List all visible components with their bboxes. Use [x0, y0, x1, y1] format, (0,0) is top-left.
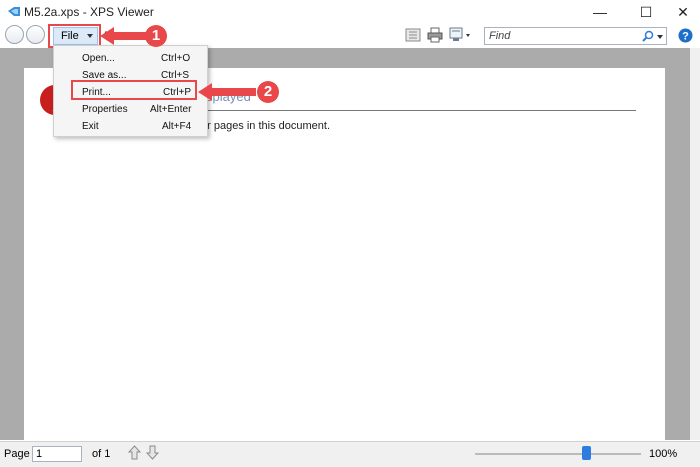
callout-badge-1: 1: [145, 25, 167, 47]
menu-shortcut-exit: Alt+F4: [162, 121, 192, 132]
print-item-highlight: [71, 80, 197, 100]
document-view-icon[interactable]: [405, 27, 421, 43]
page-label: Page: [4, 448, 30, 460]
next-page-arrow-icon[interactable]: [146, 445, 159, 460]
menu-item-open[interactable]: Open...: [82, 53, 115, 64]
xps-app-icon: [8, 7, 20, 16]
vertical-scrollbar[interactable]: [690, 48, 700, 440]
callout-badge-2: 2: [257, 81, 279, 103]
page-number-input[interactable]: 1: [32, 446, 82, 462]
svg-text:?: ?: [682, 31, 689, 43]
back-button[interactable]: [5, 25, 24, 44]
print-icon[interactable]: [427, 27, 443, 43]
minimize-button[interactable]: —: [577, 0, 623, 24]
find-input[interactable]: Find: [484, 27, 667, 45]
search-icon[interactable]: [642, 30, 654, 42]
previous-page-arrow-icon[interactable]: [128, 445, 141, 460]
zoom-slider-thumb[interactable]: [582, 446, 591, 460]
digital-signature-icon[interactable]: [449, 27, 471, 43]
page-count-label: of 1: [92, 448, 111, 460]
forward-button[interactable]: [26, 25, 45, 44]
find-placeholder: Find: [489, 30, 511, 42]
menu-item-exit[interactable]: Exit: [82, 121, 99, 132]
find-options-chevron-icon[interactable]: [657, 35, 663, 39]
menu-item-properties[interactable]: Properties: [82, 104, 128, 115]
menu-shortcut-open: Ctrl+O: [161, 53, 191, 64]
menu-shortcut-properties: Alt+Enter: [150, 104, 192, 115]
help-icon[interactable]: ?: [678, 28, 693, 43]
window-title: M5.2a.xps - XPS Viewer: [24, 5, 154, 19]
close-button[interactable]: ✕: [660, 0, 700, 24]
zoom-level: 100%: [649, 448, 678, 460]
document-body-text: er pages in this document.: [201, 120, 331, 132]
zoom-slider-track[interactable]: [475, 453, 641, 455]
